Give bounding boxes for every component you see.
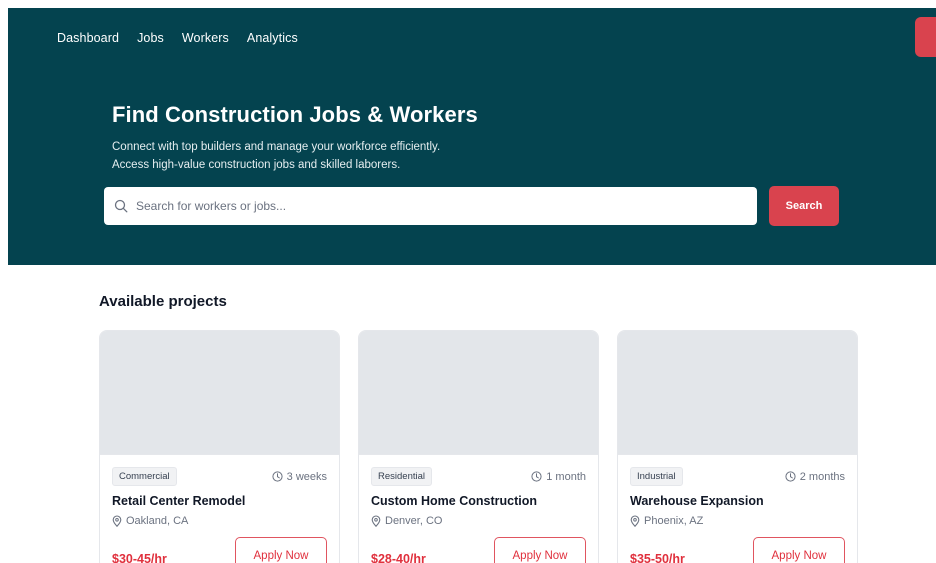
category-badge: Residential [371,467,432,486]
search-icon [114,199,128,213]
apply-now-button[interactable]: Apply Now [235,537,327,563]
nav-workers[interactable]: Workers [182,31,229,45]
search-input[interactable] [136,199,736,213]
map-pin-icon [630,515,640,527]
hero-subtitle-line-2: Access high-value construction jobs and … [112,159,401,171]
project-duration: 3 weeks [272,471,327,483]
clock-icon [785,471,796,482]
project-location: Denver, CO [371,515,442,527]
project-meta: Residential 1 month [371,467,586,486]
clock-icon [531,471,542,482]
map-pin-icon [371,515,381,527]
search-button[interactable]: Search [769,186,839,226]
location-text: Oakland, CA [126,515,189,527]
project-title: Warehouse Expansion [630,494,764,508]
nav-analytics[interactable]: Analytics [247,31,298,45]
project-meta: Commercial 3 weeks [112,467,327,486]
project-duration: 1 month [531,471,586,483]
project-image-placeholder [100,331,339,455]
project-card[interactable]: Residential 1 month Custom Home Construc… [358,330,599,563]
location-text: Denver, CO [385,515,443,527]
hero-banner: Dashboard Jobs Workers Analytics Find Co… [8,8,936,265]
project-rate: $30-45/hr [112,552,167,563]
nav-jobs[interactable]: Jobs [137,31,164,45]
project-rate: $35-50/hr [630,552,685,563]
page-title: Find Construction Jobs & Workers [112,102,478,127]
location-text: Phoenix, AZ [644,515,704,527]
project-meta: Industrial 2 months [630,467,845,486]
search-box [104,187,757,225]
category-badge: Industrial [630,467,683,486]
hero-subtitle: Connect with top builders and manage you… [112,138,440,174]
clock-icon [272,471,283,482]
project-rate: $28-40/hr [371,552,426,563]
apply-now-button[interactable]: Apply Now [494,537,586,563]
project-title: Retail Center Remodel [112,494,246,508]
hero-subtitle-line-1: Connect with top builders and manage you… [112,141,441,153]
nav-dashboard[interactable]: Dashboard [57,31,119,45]
duration-text: 3 weeks [286,470,327,483]
duration-text: 2 months [799,470,845,483]
apply-now-button[interactable]: Apply Now [753,537,845,563]
project-location: Phoenix, AZ [630,515,703,527]
top-nav: Dashboard Jobs Workers Analytics [57,31,298,45]
project-image-placeholder [359,331,598,455]
header-action-button[interactable] [915,17,936,57]
project-duration: 2 months [785,471,845,483]
project-card[interactable]: Industrial 2 months Warehouse Expansion … [617,330,858,563]
duration-text: 1 month [546,470,586,483]
project-location: Oakland, CA [112,515,188,527]
map-pin-icon [112,515,122,527]
project-title: Custom Home Construction [371,494,537,508]
section-title: Available projects [99,293,227,310]
category-badge: Commercial [112,467,177,486]
project-card[interactable]: Commercial 3 weeks Retail Center Remodel… [99,330,340,563]
project-image-placeholder [618,331,857,455]
